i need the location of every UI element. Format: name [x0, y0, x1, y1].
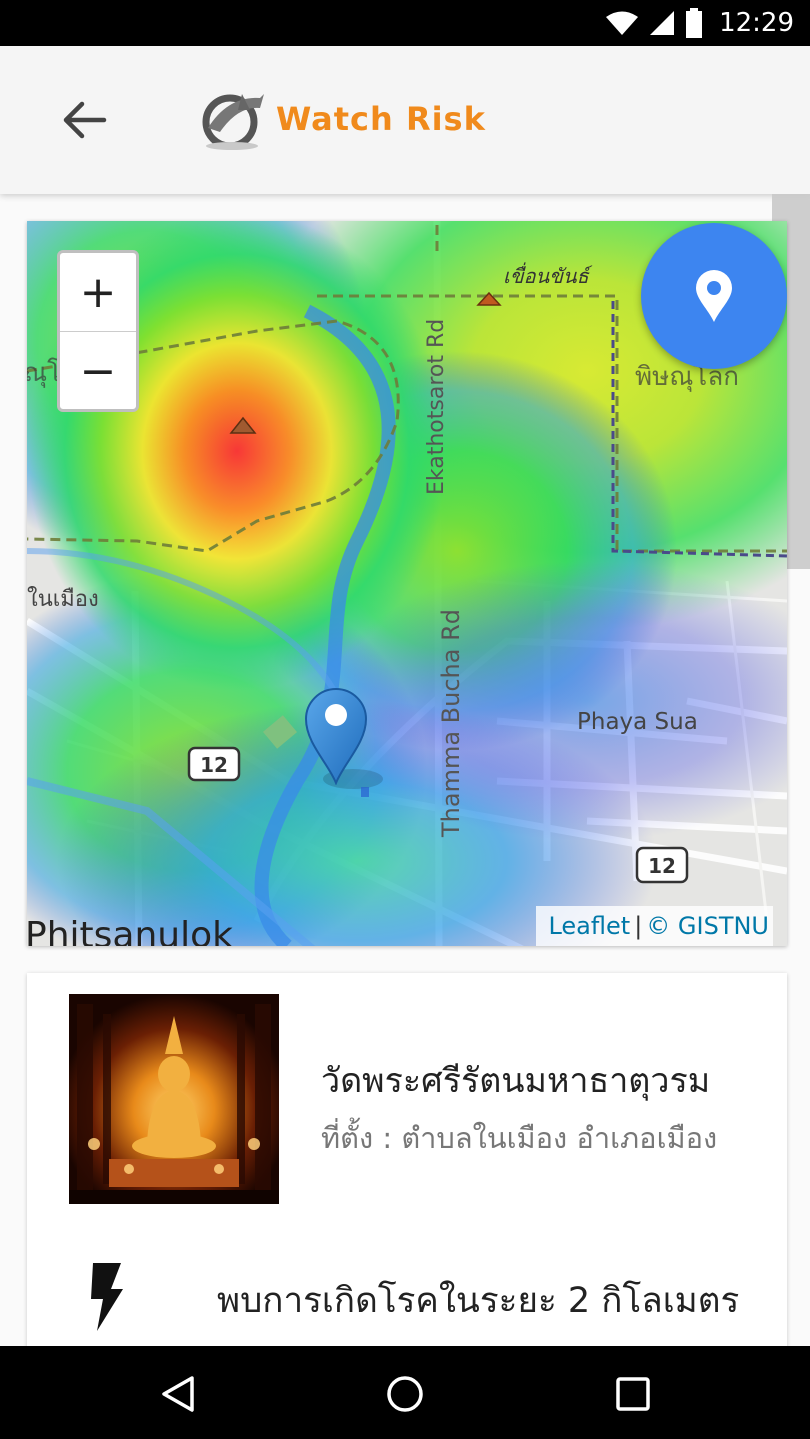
attribution-separator: | [634, 912, 643, 940]
place-pin-icon [696, 270, 732, 322]
route-12-shield: 12 [635, 846, 689, 884]
map-label-ekathotsarot-rd: Ekathotsarot Rd [424, 319, 449, 495]
status-icons: 12:29 [605, 6, 794, 40]
temple-photo [69, 994, 279, 1204]
place-card[interactable]: วัดพระศรีรัตนมหาธาตุวรม ที่ตั้ง : ตำบลใน… [27, 973, 787, 1373]
risk-heatmap[interactable]: เขื่อนขันธ์ Ekathotsarot Rd Thamma Bucha… [27, 221, 787, 946]
status-time: 12:29 [719, 8, 794, 38]
wifi-icon [606, 11, 639, 35]
map-label-dam: เขื่อนขันธ์ [503, 262, 593, 288]
map-label-thamma-bucha-rd: Thamma Bucha Rd [437, 609, 465, 838]
nav-back-icon [162, 1376, 194, 1412]
zoom-in-button[interactable]: + [60, 253, 136, 332]
nav-back-button[interactable] [152, 1368, 204, 1420]
app-title: Watch Risk [276, 100, 486, 138]
system-nav-bar [0, 1346, 810, 1439]
place-location: ที่ตั้ง : ตำบลในเมือง อำเภอเมือง [321, 1121, 718, 1155]
leaflet-link[interactable]: Leaflet [548, 912, 630, 940]
flash-icon [91, 1263, 123, 1331]
arrow-back-icon [63, 101, 107, 139]
svg-text:12: 12 [648, 854, 676, 878]
back-button[interactable] [52, 92, 116, 148]
route-12-shield: 12 [187, 746, 241, 782]
map-label-nai-mueang: ในเมือง [27, 586, 99, 612]
zoom-out-button[interactable]: − [60, 332, 136, 410]
status-bar: 12:29 [0, 0, 810, 46]
map-attribution: Leaflet | © GISTNU [536, 906, 773, 946]
map-label-phaya-sua: Phaya Sua [577, 709, 698, 735]
gistnu-link[interactable]: © GISTNU [646, 912, 769, 940]
battery-icon [686, 8, 703, 38]
place-name: วัดพระศรีรัตนมหาธาตุวรม [321, 1061, 711, 1101]
map-label-phitsanulok: Phitsanulok [27, 915, 233, 946]
nav-recents-button[interactable] [607, 1368, 659, 1420]
disease-alert-text: พบการเกิดโรคในระยะ 2 กิโลเมตร [217, 1281, 740, 1321]
nav-recents-icon [616, 1377, 650, 1411]
app-logo [202, 94, 264, 150]
svg-text:12: 12 [200, 753, 228, 777]
app-bar: Watch Risk [0, 46, 810, 194]
nav-home-button[interactable] [379, 1368, 431, 1420]
location-marker-icon[interactable] [304, 685, 368, 785]
zoom-control: + − [57, 250, 139, 412]
nav-home-icon [387, 1376, 423, 1412]
cell-signal-icon [650, 11, 675, 35]
my-location-button[interactable] [641, 223, 787, 369]
